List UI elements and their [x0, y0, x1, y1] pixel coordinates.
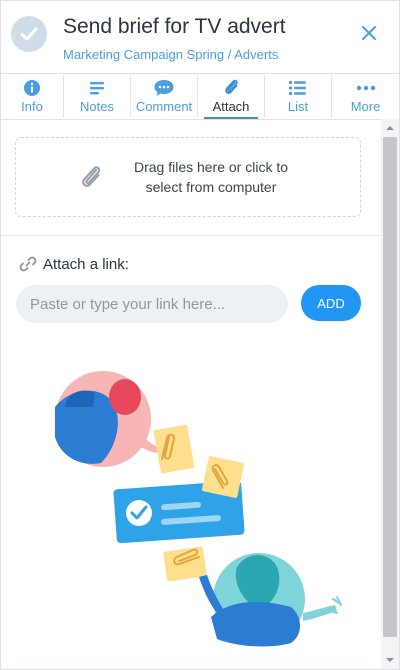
comment-icon: [154, 80, 174, 96]
breadcrumb[interactable]: Marketing Campaign Spring / Adverts: [63, 47, 278, 62]
list-icon: [288, 80, 306, 96]
section-divider: [1, 235, 381, 236]
task-panel: Send brief for TV advert Marketing Campa…: [0, 0, 400, 670]
tab-more[interactable]: More: [332, 74, 399, 118]
scroll-up-icon[interactable]: [385, 123, 395, 133]
attach-link-label: Attach a link:: [43, 255, 129, 273]
attach-link-row: Attach a link:: [19, 255, 129, 273]
tab-comment[interactable]: Comment: [131, 74, 198, 118]
tab-bar: Info Notes Comment Attach List More: [1, 73, 399, 120]
tab-label: More: [350, 99, 381, 114]
tab-label: Comment: [135, 99, 193, 114]
attach-illustration: [55, 371, 342, 647]
tab-label: Attach: [212, 99, 250, 114]
dropzone-text: Drag files here or click to select from …: [133, 159, 289, 195]
tab-label: Info: [21, 99, 43, 114]
scroll-down-icon[interactable]: [385, 655, 395, 665]
link-input[interactable]: [16, 285, 288, 323]
tab-label: Notes: [80, 99, 114, 114]
task-title[interactable]: Send brief for TV advert: [63, 15, 286, 39]
add-link-button[interactable]: ADD: [301, 285, 361, 321]
close-icon[interactable]: [357, 21, 381, 45]
info-icon: [24, 80, 40, 96]
notes-icon: [90, 82, 104, 95]
scrollbar[interactable]: [381, 119, 399, 669]
tab-info[interactable]: Info: [1, 74, 64, 118]
check-circle-icon[interactable]: [11, 16, 47, 52]
tab-attach[interactable]: Attach: [198, 74, 265, 119]
task-header: Send brief for TV advert Marketing Campa…: [1, 1, 399, 73]
more-icon: [356, 85, 375, 91]
tab-notes[interactable]: Notes: [64, 74, 131, 118]
paperclip-icon: [225, 79, 238, 94]
paperclip-icon: [82, 166, 101, 187]
tab-list[interactable]: List: [265, 74, 332, 118]
scroll-thumb[interactable]: [383, 137, 397, 637]
link-icon: [19, 256, 37, 272]
attach-content: Drag files here or click to select from …: [1, 119, 381, 669]
file-dropzone[interactable]: Drag files here or click to select from …: [15, 137, 361, 217]
tab-label: List: [287, 99, 309, 114]
